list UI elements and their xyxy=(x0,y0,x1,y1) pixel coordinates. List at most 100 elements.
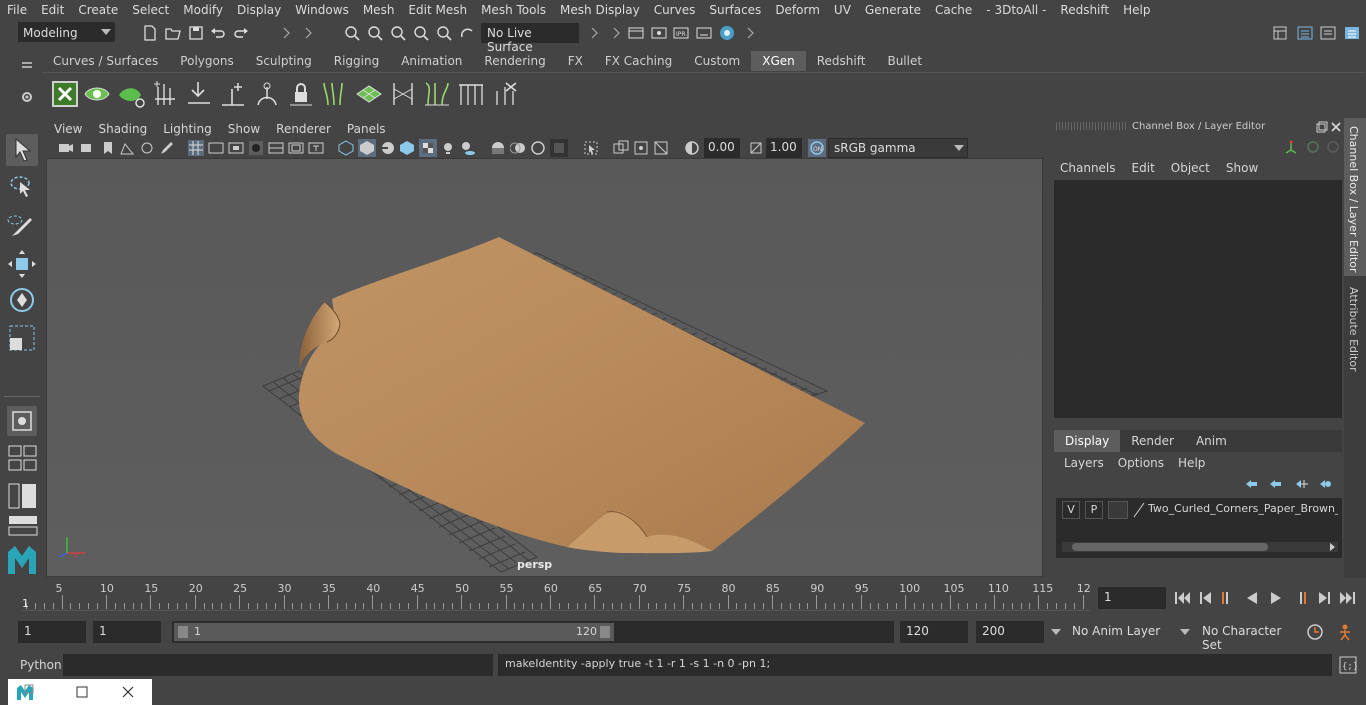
bookmark-icon[interactable] xyxy=(100,140,116,156)
help-menu[interactable]: Help xyxy=(1172,452,1213,474)
viewport-menu-show[interactable]: Show xyxy=(220,120,268,138)
menu-edit[interactable]: Edit xyxy=(34,3,71,17)
xray-components-icon[interactable] xyxy=(653,140,669,156)
menu-redshift[interactable]: Redshift xyxy=(1053,3,1116,17)
layer-type-toggle[interactable] xyxy=(1108,501,1128,519)
menu-create[interactable]: Create xyxy=(71,3,125,17)
menu-display[interactable]: Display xyxy=(230,3,288,17)
attribute-panel-icon[interactable] xyxy=(1297,25,1313,41)
shelf-tab-rendering[interactable]: Rendering xyxy=(473,51,556,71)
layer-playback-toggle[interactable]: P xyxy=(1085,501,1103,519)
workspace-icon[interactable] xyxy=(1272,25,1288,41)
menu-cache[interactable]: Cache xyxy=(928,3,979,17)
chevron-down-icon[interactable] xyxy=(1050,627,1062,637)
close-icon[interactable] xyxy=(1330,121,1342,133)
safe-title-icon[interactable] xyxy=(308,140,324,156)
xgen-grid-icon[interactable] xyxy=(354,79,384,109)
menu-3dtoall[interactable]: - 3DtoAll - xyxy=(979,3,1053,17)
isolate-select-icon[interactable] xyxy=(583,140,599,156)
xgen-sculpt-guide-icon[interactable] xyxy=(252,79,282,109)
wireframe-icon[interactable] xyxy=(338,140,354,156)
show-manipulator-button[interactable] xyxy=(7,406,37,436)
xgen-preview-icon[interactable] xyxy=(82,79,112,109)
move-layer-up-icon[interactable] xyxy=(1244,478,1258,490)
layer-color-slash-icon[interactable] xyxy=(1132,502,1146,518)
viewport-menu-renderer[interactable]: Renderer xyxy=(268,120,339,138)
new-layer-selected-icon[interactable] xyxy=(1318,478,1332,490)
time-slider[interactable]: 5 10 15 20 25 30 35 40 45 50 55 60 65 70 75 80 85 90 95 100… xyxy=(18,581,1092,611)
step-forward-key-icon[interactable] xyxy=(1316,590,1332,606)
snap-live-icon[interactable] xyxy=(459,25,475,41)
channels-menu[interactable]: Channels xyxy=(1048,158,1124,178)
viewport-menu-panels[interactable]: Panels xyxy=(339,120,394,138)
character-set-dropdown[interactable]: No Character Set xyxy=(1196,621,1298,652)
lasso-tool-button[interactable] xyxy=(6,172,38,204)
redo-icon[interactable] xyxy=(233,25,249,41)
xgen-guides-icon[interactable] xyxy=(150,79,180,109)
field-chart-icon[interactable] xyxy=(268,140,284,156)
open-scene-icon[interactable] xyxy=(165,25,181,41)
menu-surfaces[interactable]: Surfaces xyxy=(702,3,768,17)
gamma-field[interactable]: 1.00 xyxy=(766,138,802,158)
render-view-icon[interactable] xyxy=(651,25,667,41)
menu-lines-icon[interactable] xyxy=(20,58,34,72)
snap-view-icon[interactable] xyxy=(413,25,429,41)
channel-box-icon[interactable] xyxy=(1344,25,1360,41)
save-scene-icon[interactable] xyxy=(188,25,204,41)
color-management-icon[interactable]: ON xyxy=(808,139,826,157)
snap-grid-icon[interactable] xyxy=(344,25,360,41)
menu-generate[interactable]: Generate xyxy=(858,3,928,17)
viewport-menu-view[interactable]: View xyxy=(46,120,90,138)
xgen-hair-icon[interactable] xyxy=(320,79,350,109)
xgen-create-icon[interactable] xyxy=(50,79,80,109)
tool-settings-icon[interactable] xyxy=(1320,25,1336,41)
resolution-gate-icon[interactable] xyxy=(228,140,244,156)
shelf-tab-curves-surfaces[interactable]: Curves / Surfaces xyxy=(42,51,169,71)
image-plane-icon[interactable] xyxy=(119,140,135,156)
side-tab-attribute-editor[interactable]: Attribute Editor xyxy=(1344,283,1366,383)
menu-windows[interactable]: Windows xyxy=(288,3,356,17)
tab-display[interactable]: Display xyxy=(1054,430,1121,452)
render-settings-icon[interactable] xyxy=(696,25,712,41)
grease-pencil-icon[interactable] xyxy=(159,140,175,156)
gamma-icon[interactable] xyxy=(748,140,764,156)
side-tab-channel-box[interactable]: Channel Box / Layer Editor xyxy=(1344,118,1366,276)
wireframe-shaded-icon[interactable] xyxy=(399,140,415,156)
step-forward-icon[interactable] xyxy=(1292,590,1308,606)
edit-menu[interactable]: Edit xyxy=(1124,158,1163,178)
smooth-shade-icon[interactable] xyxy=(358,139,376,157)
range-start-grip[interactable] xyxy=(178,626,188,638)
move-layer-down-icon[interactable] xyxy=(1268,478,1282,490)
go-to-start-icon[interactable] xyxy=(1174,590,1192,606)
layout-stack-icon[interactable] xyxy=(8,514,38,538)
channel-list[interactable] xyxy=(1054,180,1342,418)
xgen-lock-icon[interactable] xyxy=(286,79,316,109)
shelf-tab-redshift[interactable]: Redshift xyxy=(806,51,877,71)
snap-surface-icon[interactable] xyxy=(436,25,452,41)
shelf-tab-rigging[interactable]: Rigging xyxy=(323,51,390,71)
2d-pan-zoom-icon[interactable] xyxy=(139,140,155,156)
menu-curves[interactable]: Curves xyxy=(647,3,703,17)
xgen-cut-icon[interactable] xyxy=(490,79,520,109)
menu-edit-mesh[interactable]: Edit Mesh xyxy=(401,3,474,17)
grid-toggle-icon[interactable] xyxy=(188,140,204,156)
scroll-right-icon[interactable] xyxy=(1328,543,1336,551)
scene-end-field[interactable]: 200 xyxy=(976,621,1044,643)
gear-icon[interactable] xyxy=(20,90,34,104)
new-layer-icon[interactable] xyxy=(1294,478,1308,490)
layers-menu[interactable]: Layers xyxy=(1054,452,1112,474)
use-all-lights-icon[interactable] xyxy=(440,140,456,156)
viewport-menu-shading[interactable]: Shading xyxy=(90,120,155,138)
safe-action-icon[interactable] xyxy=(288,140,304,156)
menu-mesh[interactable]: Mesh xyxy=(356,3,402,17)
go-to-end-icon[interactable] xyxy=(1338,590,1356,606)
shelf-tab-fx[interactable]: FX xyxy=(557,51,594,71)
options-menu[interactable]: Options xyxy=(1112,452,1172,474)
scale-tool-button[interactable] xyxy=(6,322,38,354)
ambient-occlusion-icon[interactable] xyxy=(490,140,506,156)
menu-mesh-display[interactable]: Mesh Display xyxy=(553,3,647,17)
shelf-tab-polygons[interactable]: Polygons xyxy=(169,51,244,71)
new-scene-icon[interactable] xyxy=(142,25,158,41)
xgen-spline-icon[interactable] xyxy=(422,79,452,109)
exposure-icon[interactable] xyxy=(684,140,700,156)
